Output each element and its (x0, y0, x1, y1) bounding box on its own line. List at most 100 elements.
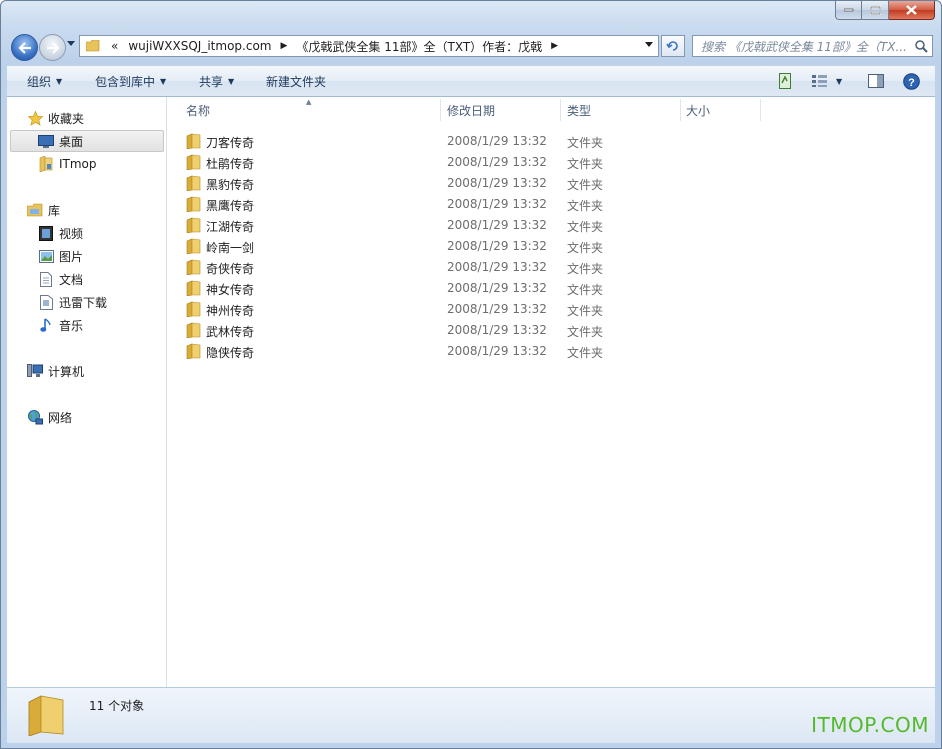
search-input[interactable]: 搜索 《戊戟武侠全集 11部》全（TX... (692, 35, 933, 57)
video-icon (38, 225, 54, 241)
file-row[interactable]: 黑鹰传奇 2008/1/29 13:32 文件夹 (180, 194, 920, 215)
address-bar[interactable]: « wujiWXXSQJ_itmop.com ▶ 《戊戟武侠全集 11部》全（T… (79, 35, 659, 57)
chevron-down-icon[interactable] (645, 42, 654, 48)
address-segment[interactable]: wujiWXXSQJ_itmop.com (123, 39, 276, 53)
folder-icon (186, 280, 201, 296)
address-overflow[interactable]: « (106, 39, 123, 53)
nav-pictures[interactable]: 图片 (38, 245, 83, 267)
help-icon[interactable]: ? (903, 73, 920, 90)
folder-icon (186, 196, 201, 212)
nav-music[interactable]: 音乐 (38, 314, 83, 336)
file-row[interactable]: 神女传奇 2008/1/29 13:32 文件夹 (180, 278, 920, 299)
nav-thunder-downloads[interactable]: 迅雷下载 (38, 291, 107, 313)
nav-itmop[interactable]: ITmop (38, 153, 97, 175)
explorer-window: « wujiWXXSQJ_itmop.com ▶ 《戊戟武侠全集 11部》全（T… (0, 0, 942, 749)
view-options-icon[interactable] (812, 75, 828, 87)
file-name: 奇侠传奇 (206, 262, 255, 276)
chevron-down-icon[interactable]: ▼ (836, 66, 842, 97)
file-type: 文件夹 (567, 304, 604, 318)
refresh-button[interactable] (661, 35, 685, 57)
folder-icon (186, 238, 201, 254)
chevron-right-icon[interactable]: ▶ (276, 41, 291, 51)
folder-icon (186, 133, 201, 149)
nav-thunder-label: 迅雷下载 (59, 295, 108, 310)
column-header-name[interactable]: 名称 (186, 97, 440, 123)
new-folder-button[interactable]: 新建文件夹 (266, 66, 326, 97)
file-row[interactable]: 江湖传奇 2008/1/29 13:32 文件夹 (180, 215, 920, 236)
file-date: 2008/1/29 13:32 (447, 323, 547, 337)
file-date: 2008/1/29 13:32 (447, 218, 547, 232)
file-name: 江湖传奇 (206, 220, 255, 234)
share-menu[interactable]: 共享 ▼ (199, 66, 234, 97)
file-list[interactable]: ▲ 名称 修改日期 类型 大小 刀客传奇 2008/1/29 13:32 文件夹 杜鹃… (168, 97, 935, 687)
folder-icon (186, 217, 201, 233)
column-name-label: 名称 (186, 103, 211, 118)
file-type: 文件夹 (567, 262, 604, 276)
column-header-size[interactable]: 大小 (686, 97, 761, 123)
address-segment[interactable]: 《戊戟武侠全集 11部》全（TXT）作者：戊戟 (291, 38, 547, 55)
nav-documents[interactable]: 文档 (38, 268, 83, 290)
close-button[interactable] (889, 1, 935, 20)
svg-text:?: ? (908, 77, 915, 89)
recent-pages-dropdown[interactable] (67, 41, 76, 47)
column-header-type[interactable]: 类型 (567, 97, 680, 123)
file-row[interactable]: 武林传奇 2008/1/29 13:32 文件夹 (180, 320, 920, 341)
desktop-icon (38, 133, 54, 149)
column-divider[interactable] (440, 99, 441, 121)
search-placeholder: 搜索 《戊戟武侠全集 11部》全（TX... (701, 39, 907, 54)
folder-icon (186, 322, 201, 338)
chevron-right-icon[interactable]: ▶ (547, 41, 562, 51)
watermark-logo: ITMOP.COM (811, 713, 929, 737)
search-icon[interactable] (914, 39, 928, 53)
navigation-pane[interactable]: 收藏夹 桌面 ITmop 库 视频 图片 文档 迅雷下载 音乐 计算机 网络 (7, 97, 167, 687)
column-header-date[interactable]: 修改日期 (447, 97, 561, 123)
chevron-down-icon: ▼ (228, 77, 235, 86)
command-bar: 组织 ▼ 包含到库中 ▼ 共享 ▼ 新建文件夹 ▼ ? (7, 65, 935, 97)
file-type: 文件夹 (567, 325, 604, 339)
back-button[interactable] (11, 34, 38, 61)
close-icon (906, 5, 917, 15)
preview-pane-icon[interactable] (868, 74, 884, 88)
column-divider[interactable] (760, 99, 761, 121)
folder-icon (86, 40, 100, 52)
file-date: 2008/1/29 13:32 (447, 281, 547, 295)
maximize-button[interactable] (862, 1, 889, 20)
file-type: 文件夹 (567, 199, 604, 213)
preview-app-icon[interactable] (779, 73, 791, 89)
details-pane: 11 个对象 ITMOP.COM (7, 687, 935, 743)
column-date-label: 修改日期 (447, 103, 496, 118)
caption-buttons (835, 1, 935, 21)
nav-favorites[interactable]: 收藏夹 (27, 107, 84, 129)
nav-network[interactable]: 网络 (27, 406, 72, 428)
file-row[interactable]: 神州传奇 2008/1/29 13:32 文件夹 (180, 299, 920, 320)
file-row[interactable]: 岭南一剑 2008/1/29 13:32 文件夹 (180, 236, 920, 257)
nav-computer-label: 计算机 (48, 364, 85, 379)
computer-icon (27, 363, 43, 379)
file-type: 文件夹 (567, 241, 604, 255)
new-folder-label: 新建文件夹 (266, 75, 327, 89)
column-divider[interactable] (560, 99, 561, 121)
include-in-library-menu[interactable]: 包含到库中 ▼ (95, 66, 166, 97)
file-type: 文件夹 (567, 157, 604, 171)
file-row[interactable]: 刀客传奇 2008/1/29 13:32 文件夹 (180, 131, 920, 152)
file-row[interactable]: 奇侠传奇 2008/1/29 13:32 文件夹 (180, 257, 920, 278)
file-name: 隐侠传奇 (206, 346, 255, 360)
file-name: 武林传奇 (206, 325, 255, 339)
nav-videos-label: 视频 (59, 226, 84, 241)
nav-libraries[interactable]: 库 (27, 199, 60, 221)
nav-computer[interactable]: 计算机 (27, 360, 84, 382)
file-row[interactable]: 黑豹传奇 2008/1/29 13:32 文件夹 (180, 173, 920, 194)
forward-button[interactable] (39, 34, 66, 61)
folder-large-icon (28, 695, 64, 736)
file-row[interactable]: 隐侠传奇 2008/1/29 13:32 文件夹 (180, 341, 920, 362)
minimize-button[interactable] (835, 1, 862, 20)
include-in-library-label: 包含到库中 (95, 75, 156, 89)
folder-icon (186, 259, 201, 275)
organize-menu[interactable]: 组织 ▼ (27, 66, 62, 97)
nav-videos[interactable]: 视频 (38, 222, 83, 244)
download-folder-icon (38, 294, 54, 310)
file-row[interactable]: 杜鹃传奇 2008/1/29 13:32 文件夹 (180, 152, 920, 173)
column-divider[interactable] (680, 99, 681, 121)
nav-desktop[interactable]: 桌面 (10, 130, 164, 152)
nav-music-label: 音乐 (59, 318, 84, 333)
